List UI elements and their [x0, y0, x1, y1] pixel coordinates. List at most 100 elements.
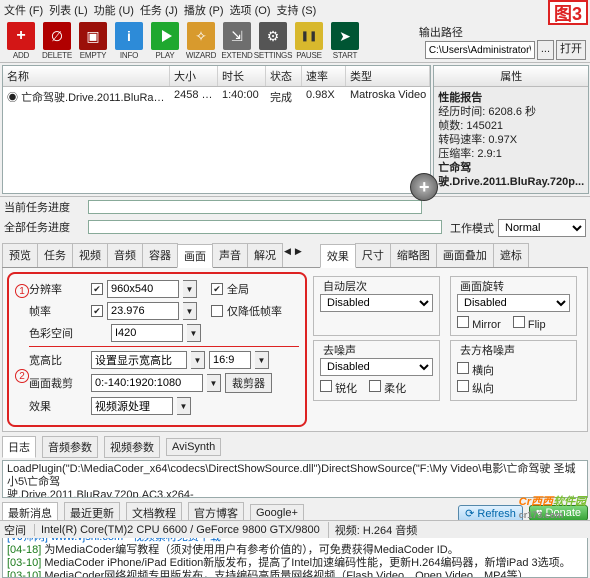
status-cpu: Intel(R) Core(TM)2 CPU 6600 / GeForce 98… [34, 524, 320, 536]
resolution-dd-icon[interactable]: ▼ [183, 280, 197, 298]
menu-play[interactable]: 播放 (P) [184, 2, 224, 18]
menu-func[interactable]: 功能 (U) [94, 2, 134, 18]
tab-video-params[interactable]: 视频参数 [104, 436, 160, 458]
tab-picture[interactable]: 画面 [177, 244, 213, 268]
lowfps-checkbox[interactable] [211, 305, 223, 317]
cropper-button[interactable]: 裁剪器 [225, 373, 272, 393]
mirror-checkbox[interactable] [457, 316, 469, 328]
horizontal-checkbox[interactable] [457, 362, 469, 374]
fps-checkbox[interactable]: ✔ [91, 305, 103, 317]
tab-avisynth[interactable]: AviSynth [166, 438, 221, 456]
fps-dd-icon[interactable]: ▼ [183, 302, 197, 320]
figure-badge: 图3 [548, 0, 588, 25]
start-icon [331, 22, 359, 50]
tab-video[interactable]: 视频 [72, 243, 108, 267]
menu-options[interactable]: 选项 (O) [230, 2, 271, 18]
extend-icon [223, 22, 251, 50]
tab-log[interactable]: 日志 [2, 436, 36, 458]
crop-input[interactable] [91, 374, 203, 392]
all-progress-bar [88, 220, 442, 234]
col-rate[interactable]: 速率 [302, 66, 346, 86]
workmode-label: 工作模式 [450, 220, 494, 236]
refresh-button[interactable]: ⟳ Refresh [458, 505, 523, 522]
compress-value: 压缩率: 2.9:1 [438, 148, 502, 160]
fps-input[interactable] [107, 302, 179, 320]
col-type[interactable]: 类型 [346, 66, 430, 86]
pause-button[interactable]: PAUSE [292, 22, 326, 60]
aspect-mode-select[interactable] [91, 351, 187, 369]
extend-button[interactable]: EXTEND [220, 22, 254, 60]
tab-thumb[interactable]: 缩略图 [390, 243, 437, 267]
resolution-checkbox[interactable]: ✔ [91, 283, 103, 295]
effect-dd-icon[interactable]: ▼ [177, 397, 191, 415]
tab-sound[interactable]: 声音 [212, 243, 248, 267]
start-button[interactable]: START [328, 22, 362, 60]
flip-label: Flip [528, 319, 546, 331]
col-size[interactable]: 大小 [170, 66, 218, 86]
col-name[interactable]: 名称 [3, 66, 170, 86]
flip-checkbox[interactable] [513, 316, 525, 328]
tab-preview[interactable]: 预览 [2, 243, 38, 267]
colorspace-label: 色彩空间 [29, 325, 87, 341]
current-progress-label: 当前任务进度 [4, 199, 84, 215]
tab-overlay[interactable]: 画面叠加 [436, 243, 494, 267]
sharpen-checkbox[interactable] [320, 380, 332, 392]
col-state[interactable]: 状态 [266, 66, 302, 86]
open-button[interactable]: 打开 [556, 40, 586, 60]
tab-mask[interactable]: 遮标 [493, 243, 529, 267]
menu-list[interactable]: 列表 (L) [49, 2, 88, 18]
autolayer-select[interactable]: Disabled [320, 294, 433, 312]
tabs-right-arrow-icon[interactable]: ▶ [293, 243, 304, 267]
effect-select[interactable] [91, 397, 173, 415]
status-space: 空间 [4, 522, 26, 538]
status-bar: 空间 Intel(R) Core(TM)2 CPU 6600 / GeForce… [0, 520, 590, 538]
add-ball-icon[interactable]: + [410, 173, 438, 201]
settings-button[interactable]: SETTINGS [256, 22, 290, 60]
tab-size[interactable]: 尺寸 [355, 243, 391, 267]
add-button[interactable]: ADD [4, 22, 38, 60]
tab-audio[interactable]: 音频 [107, 243, 143, 267]
wizard-button[interactable]: WIZARD [184, 22, 218, 60]
tab-audio-params[interactable]: 音频参数 [42, 436, 98, 458]
vertical-checkbox[interactable] [457, 380, 469, 392]
workmode-select[interactable]: Normal [498, 219, 586, 237]
denoise-label: 去噪声 [320, 342, 359, 358]
info-icon [115, 22, 143, 50]
tabs-left-arrow-icon[interactable]: ◀ [282, 243, 293, 267]
play-button[interactable]: PLAY [148, 22, 182, 60]
colorspace-select[interactable] [111, 324, 183, 342]
resolution-input[interactable] [107, 280, 179, 298]
menu-task[interactable]: 任务 (J) [140, 2, 178, 18]
pause-icon [295, 22, 323, 50]
current-progress-bar [88, 200, 422, 214]
all-progress-label: 全部任务进度 [4, 219, 84, 235]
colorspace-dd-icon[interactable]: ▼ [187, 324, 201, 342]
aspect-value-select[interactable] [209, 351, 251, 369]
menu-file[interactable]: 文件 (F) [4, 2, 43, 18]
properties-title: 属性 [434, 66, 588, 87]
output-path-input[interactable] [425, 41, 535, 59]
tab-container[interactable]: 容器 [142, 243, 178, 267]
rotate-select[interactable]: Disabled [457, 294, 570, 312]
log-output[interactable]: LoadPlugin("D:\MediaCoder_x64\codecs\Dir… [2, 460, 588, 498]
table-row[interactable]: ◉ 亡命驾驶.Drive.2011.BluRay.720p.AC3... 245… [3, 87, 430, 107]
frames-value: 帧数: 145021 [438, 120, 503, 132]
browse-button[interactable]: ... [537, 40, 554, 60]
menu-help[interactable]: 支持 (S) [277, 2, 317, 18]
aspect-value-dd-icon[interactable]: ▼ [255, 351, 269, 369]
tab-status[interactable]: 解况 [247, 243, 283, 267]
col-duration[interactable]: 时长 [218, 66, 266, 86]
global-checkbox[interactable]: ✔ [211, 283, 223, 295]
delete-button[interactable]: DELETE [40, 22, 74, 60]
crop-dd-icon[interactable]: ▼ [207, 374, 221, 392]
tab-effect[interactable]: 效果 [320, 244, 356, 268]
autolayer-label: 自动层次 [320, 278, 370, 294]
lowfps-label: 仅降低帧率 [227, 303, 282, 319]
empty-button[interactable]: EMPTY [76, 22, 110, 60]
file-list[interactable]: 名称 大小 时长 状态 速率 类型 ◉ 亡命驾驶.Drive.2011.BluR… [2, 65, 431, 194]
info-button[interactable]: INFO [112, 22, 146, 60]
tab-task[interactable]: 任务 [37, 243, 73, 267]
denoise-select[interactable]: Disabled [320, 358, 433, 376]
aspect-mode-dd-icon[interactable]: ▼ [191, 351, 205, 369]
soften-checkbox[interactable] [369, 380, 381, 392]
